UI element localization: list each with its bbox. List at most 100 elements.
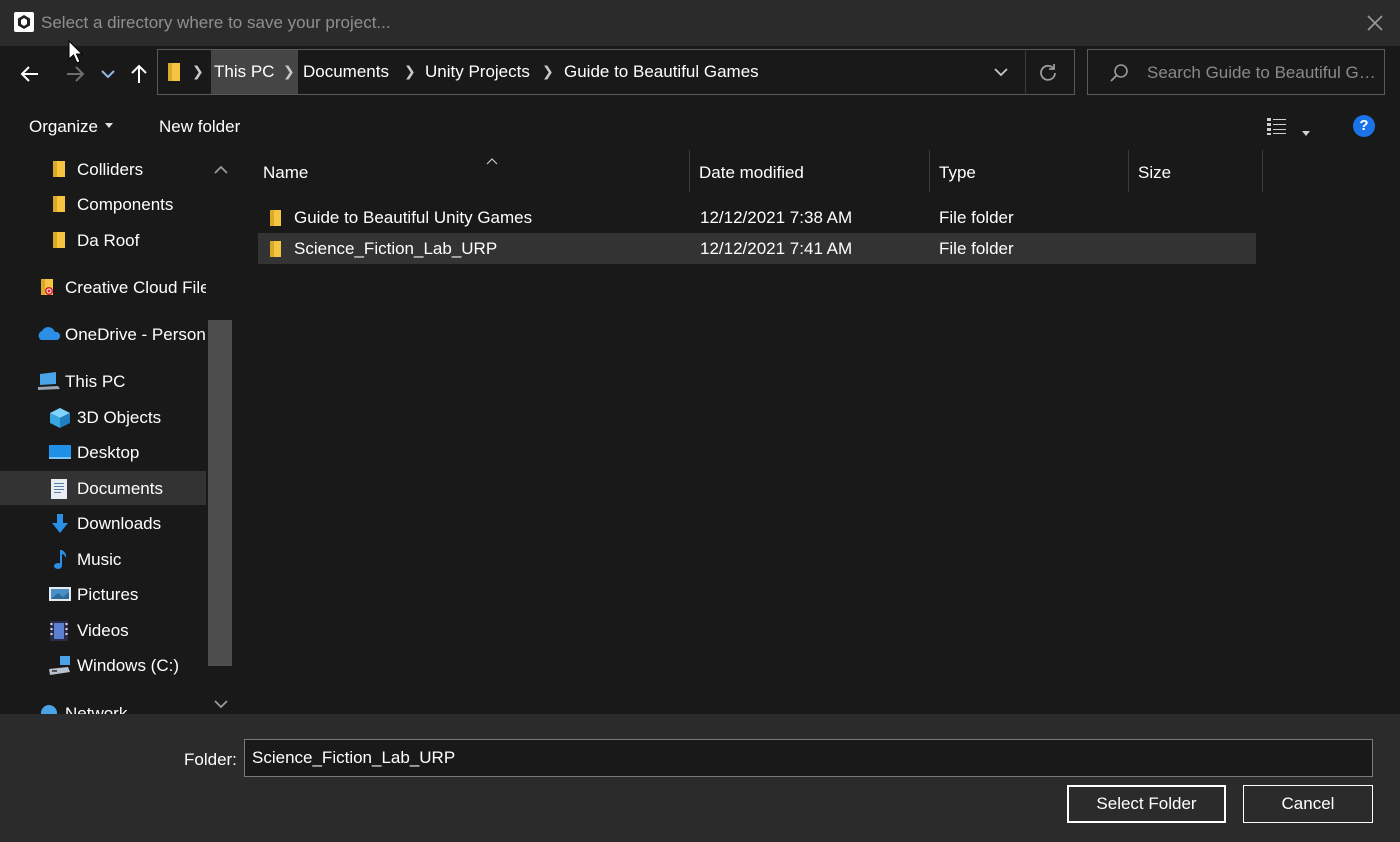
footer-panel: Folder: Select Folder Cancel <box>0 714 1400 842</box>
refresh-icon[interactable] <box>1038 62 1058 87</box>
cube-icon <box>48 407 72 428</box>
search-box[interactable]: Search Guide to Beautiful Ga... <box>1087 49 1385 95</box>
sort-ascending-icon <box>486 150 498 170</box>
drive-icon <box>48 655 72 675</box>
sidebar-item-label: Windows (C:) <box>77 656 180 675</box>
chevron-down-icon[interactable] <box>214 694 228 714</box>
row-type: File folder <box>939 239 1014 258</box>
organize-button[interactable]: Organize <box>29 117 113 137</box>
caret-down-icon[interactable] <box>1301 123 1311 143</box>
title-bar: Select a directory where to save your pr… <box>0 0 1400 46</box>
window-title: Select a directory where to save your pr… <box>41 13 391 32</box>
breadcrumb-guide-to-beautiful-games[interactable]: Guide to Beautiful Games <box>561 50 762 94</box>
help-icon[interactable]: ? <box>1353 115 1375 137</box>
onedrive-cloud-icon <box>36 324 62 344</box>
sidebar-item-label: This PC <box>65 372 126 391</box>
navigation-pane: Colliders Components Da Roof Creative Cl… <box>0 150 234 714</box>
unity-logo-icon <box>14 12 34 32</box>
download-arrow-icon <box>50 513 70 533</box>
sidebar-item-this-pc[interactable]: This PC <box>0 364 206 398</box>
folder-icon <box>268 209 284 232</box>
sidebar-item-label: Videos <box>77 621 129 640</box>
sidebar-item-network[interactable]: Network <box>0 696 206 714</box>
sidebar-item-creative-cloud-files[interactable]: Creative Cloud Files <box>0 270 206 304</box>
row-date: 12/12/2021 7:41 AM <box>700 239 853 258</box>
network-icon <box>36 703 62 714</box>
arrow-left-icon[interactable] <box>16 60 44 88</box>
computer-icon <box>36 371 62 391</box>
sidebar-item-music[interactable]: Music <box>0 542 206 576</box>
chevron-right-icon: ❯ <box>283 63 295 79</box>
chevron-right-icon: ❯ <box>542 63 554 79</box>
arrow-up-icon[interactable] <box>125 60 153 88</box>
address-bar[interactable]: ❯ This PC ❯ Documents ❯ Unity Projects ❯… <box>157 49 1075 95</box>
row-name: Science_Fiction_Lab_URP <box>294 239 498 258</box>
sidebar-item-label: Network <box>65 704 128 714</box>
column-header-date-modified[interactable]: Date modified <box>690 150 930 192</box>
chevron-right-icon: ❯ <box>192 63 204 79</box>
sidebar-item-documents[interactable]: Documents <box>0 471 206 505</box>
folder-icon <box>50 230 70 250</box>
search-icon <box>1108 62 1130 89</box>
column-header-label: Size <box>1138 163 1172 182</box>
cancel-button[interactable]: Cancel <box>1243 785 1373 823</box>
chevron-up-icon[interactable] <box>214 160 228 180</box>
sidebar-item-desktop[interactable]: Desktop <box>0 435 206 469</box>
table-row[interactable]: Guide to Beautiful Unity Games 12/12/202… <box>258 202 1256 233</box>
table-row[interactable]: Science_Fiction_Lab_URP 12/12/2021 7:41 … <box>258 233 1256 264</box>
document-icon <box>49 478 69 499</box>
sidebar-item-label: Colliders <box>77 160 144 179</box>
sidebar-item-label: OneDrive - Personal <box>65 325 206 344</box>
sidebar-item-label: Components <box>77 195 174 214</box>
chevron-down-icon[interactable] <box>993 64 1009 85</box>
folder-icon <box>50 194 70 214</box>
sidebar-item-videos[interactable]: Videos <box>0 613 206 647</box>
organize-label: Organize <box>29 117 98 136</box>
select-folder-button[interactable]: Select Folder <box>1067 785 1226 823</box>
desktop-icon <box>48 442 72 462</box>
command-bar: Organize New folder ? <box>0 102 1400 150</box>
sidebar-item-label: Creative Cloud Files <box>65 278 206 297</box>
sidebar-item-label: Music <box>77 550 122 569</box>
sidebar-item-label: Documents <box>77 479 163 498</box>
folder-label: Folder: <box>184 750 237 769</box>
file-list: Name Date modified Type Size Guide to Be… <box>234 150 1400 714</box>
chevron-down-icon[interactable] <box>98 60 126 88</box>
breadcrumb-documents[interactable]: Documents <box>300 50 392 94</box>
folder-icon <box>166 61 184 88</box>
music-note-icon <box>50 549 70 569</box>
folder-icon <box>268 240 284 263</box>
sidebar-scrollbar[interactable] <box>206 150 234 714</box>
close-icon[interactable] <box>1362 10 1388 36</box>
sidebar-item-label: Downloads <box>77 514 162 533</box>
mouse-cursor-icon <box>68 39 84 71</box>
sidebar-item-components[interactable]: Components <box>0 187 206 221</box>
scrollbar-thumb[interactable] <box>208 320 232 666</box>
chevron-right-icon: ❯ <box>404 63 416 79</box>
sidebar-item-windows-c[interactable]: Windows (C:) <box>0 648 206 682</box>
sidebar-item-colliders[interactable]: Colliders <box>0 152 206 186</box>
divider <box>1025 50 1026 94</box>
sidebar-item-label: Pictures <box>77 585 139 604</box>
column-header-label: Type <box>939 163 976 182</box>
sidebar-item-pictures[interactable]: Pictures <box>0 577 206 611</box>
row-name: Guide to Beautiful Unity Games <box>294 208 533 227</box>
sidebar-item-3d-objects[interactable]: 3D Objects <box>0 400 206 434</box>
column-header-type[interactable]: Type <box>930 150 1129 192</box>
view-details-icon[interactable] <box>1266 116 1288 141</box>
sidebar-item-onedrive[interactable]: OneDrive - Personal <box>0 317 206 351</box>
row-date: 12/12/2021 7:38 AM <box>700 208 853 227</box>
creative-cloud-folder-icon <box>38 277 58 297</box>
sidebar-item-label: 3D Objects <box>77 408 162 427</box>
navigation-bar: ❯ This PC ❯ Documents ❯ Unity Projects ❯… <box>0 46 1400 102</box>
folder-name-input[interactable] <box>244 739 1373 777</box>
new-folder-button[interactable]: New folder <box>159 117 240 137</box>
column-header-size[interactable]: Size <box>1129 150 1263 192</box>
column-header-name[interactable]: Name <box>254 150 690 192</box>
sidebar-item-da-roof[interactable]: Da Roof <box>0 223 206 257</box>
film-icon <box>49 620 69 641</box>
breadcrumb-unity-projects[interactable]: Unity Projects <box>422 50 533 94</box>
sidebar-item-downloads[interactable]: Downloads <box>0 506 206 540</box>
column-header-label: Name <box>263 163 309 182</box>
search-input[interactable]: Search Guide to Beautiful Ga... <box>1147 63 1379 83</box>
